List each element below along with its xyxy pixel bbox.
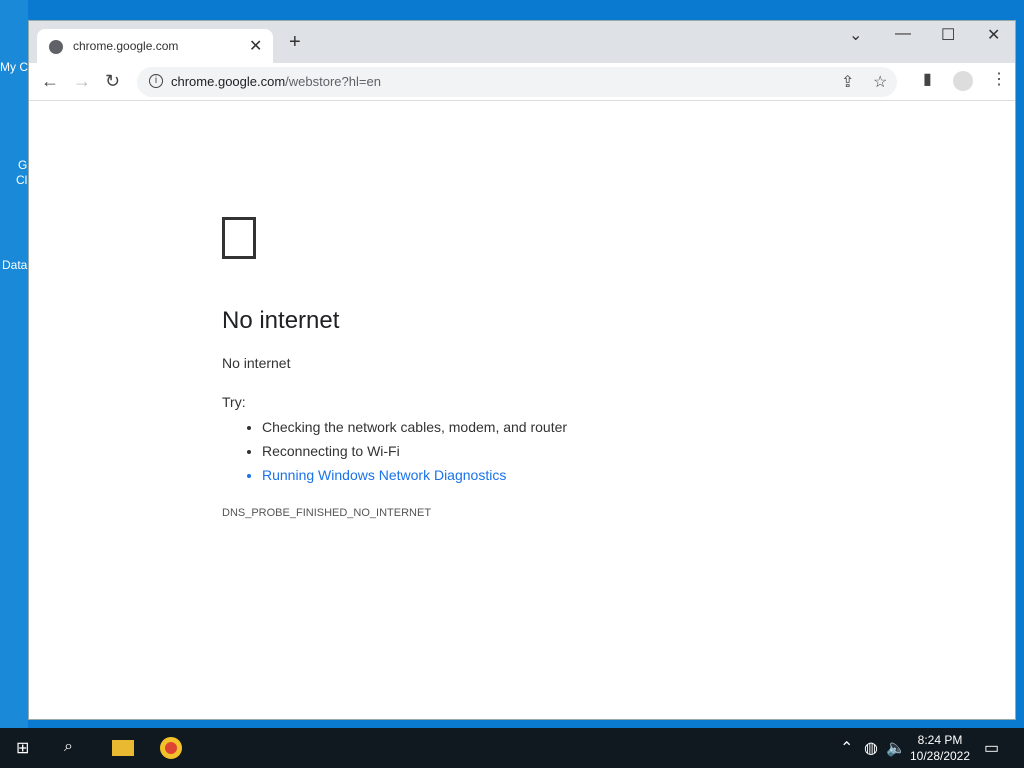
reload-icon[interactable]: ↻: [105, 71, 120, 92]
new-tab-button[interactable]: +: [289, 31, 301, 54]
tab-search-icon[interactable]: ⌄: [849, 25, 862, 45]
url-text[interactable]: chrome.google.com/webstore?hl=en: [171, 74, 381, 89]
error-subtitle: No internet: [222, 355, 291, 371]
windows-start-icon[interactable]: ⊞: [16, 738, 29, 758]
site-info-icon[interactable]: i: [149, 74, 163, 88]
error-title: No internet: [222, 307, 340, 334]
list-item: Reconnecting to Wi-Fi: [262, 439, 567, 463]
list-item: Checking the network cables, modem, and …: [262, 415, 567, 439]
desktop-label[interactable]: Data: [2, 258, 27, 272]
sad-page-icon: [222, 217, 256, 259]
clock[interactable]: 8:24 PM 10/28/2022: [900, 732, 980, 764]
suggestion-list: Checking the network cables, modem, and …: [244, 415, 567, 487]
chrome-icon[interactable]: [160, 737, 182, 759]
toolbar: ← → ↻ i chrome.google.com/webstore?hl=en…: [29, 63, 1015, 101]
file-explorer-icon[interactable]: [112, 740, 134, 756]
share-icon[interactable]: ⇪: [841, 72, 854, 92]
desktop-strip: [0, 0, 28, 728]
diagnostics-link[interactable]: Running Windows Network Diagnostics: [262, 463, 567, 487]
desktop-label[interactable]: My C: [0, 60, 28, 74]
close-window-button[interactable]: ✕: [987, 25, 1000, 45]
close-tab-icon[interactable]: ✕: [249, 36, 262, 56]
desktop-label[interactable]: G: [18, 158, 27, 172]
search-icon[interactable]: ⌕: [64, 738, 73, 756]
desktop-label[interactable]: Cl: [16, 173, 27, 187]
side-panel-icon[interactable]: ▮: [923, 69, 932, 89]
error-page: No internet No internet Try: Checking th…: [29, 101, 1015, 719]
taskbar: ⊞ ⌕ ⌃ ◍ 🔈 8:24 PM 10/28/2022 ▭: [0, 728, 1024, 768]
minimize-button[interactable]: —: [895, 25, 911, 43]
forward-icon[interactable]: →: [73, 71, 91, 92]
address-bar[interactable]: i chrome.google.com/webstore?hl=en ⇪ ☆: [137, 67, 897, 97]
chevron-up-icon[interactable]: ⌃: [840, 738, 853, 758]
browser-window: chrome.google.com ✕ + ⌄ — ☐ ✕ ← → ↻ i ch…: [28, 20, 1016, 720]
back-icon[interactable]: ←: [41, 71, 59, 92]
globe-icon: [49, 40, 63, 54]
browser-tab[interactable]: chrome.google.com ✕: [37, 29, 273, 63]
menu-icon[interactable]: ⋮: [991, 69, 1007, 89]
profile-icon[interactable]: [953, 71, 973, 91]
tab-strip: chrome.google.com ✕ + ⌄ — ☐ ✕: [29, 21, 1015, 63]
notifications-icon[interactable]: ▭: [984, 738, 999, 758]
globe-icon[interactable]: ◍: [864, 738, 878, 758]
maximize-button[interactable]: ☐: [941, 25, 955, 45]
try-label: Try:: [222, 394, 246, 410]
tab-title: chrome.google.com: [73, 39, 179, 53]
error-code: DNS_PROBE_FINISHED_NO_INTERNET: [222, 507, 432, 519]
bookmark-star-icon[interactable]: ☆: [873, 72, 887, 92]
